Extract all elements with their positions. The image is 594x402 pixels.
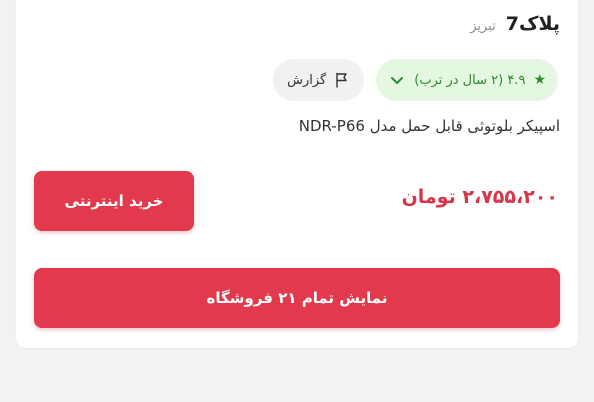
- chevron-down-icon: [391, 77, 404, 84]
- report-label: گزارش: [287, 72, 327, 88]
- shop-city: تبریز: [470, 19, 496, 34]
- rating-badge[interactable]: ۴.۹ (۲ سال در ترب) ★: [376, 59, 558, 101]
- rating-text: ۴.۹ (۲ سال در ترب): [414, 72, 526, 88]
- report-button[interactable]: گزارش: [273, 59, 365, 101]
- star-icon: ★: [533, 72, 546, 88]
- shop-header: تبریز پلاک7: [470, 13, 560, 35]
- shop-name[interactable]: پلاک7: [506, 13, 560, 35]
- buy-online-button[interactable]: خرید اینترنتی: [34, 171, 194, 231]
- flag-icon: [336, 72, 347, 88]
- product-title: اسپیکر بلوتوثی قابل حمل مدل NDR-P66: [298, 117, 560, 135]
- shop-badges: گزارش ۴.۹ (۲ سال در ترب) ★: [273, 59, 558, 101]
- price: ۲،۷۵۵،۲۰۰ تومان: [401, 186, 558, 208]
- show-all-stores-button[interactable]: نمایش تمام ۲۱ فروشگاه: [34, 268, 560, 328]
- store-offer-card: تبریز پلاک7 گزارش ۴.۹ (۲ سال در ترب) ★ ا…: [16, 0, 578, 348]
